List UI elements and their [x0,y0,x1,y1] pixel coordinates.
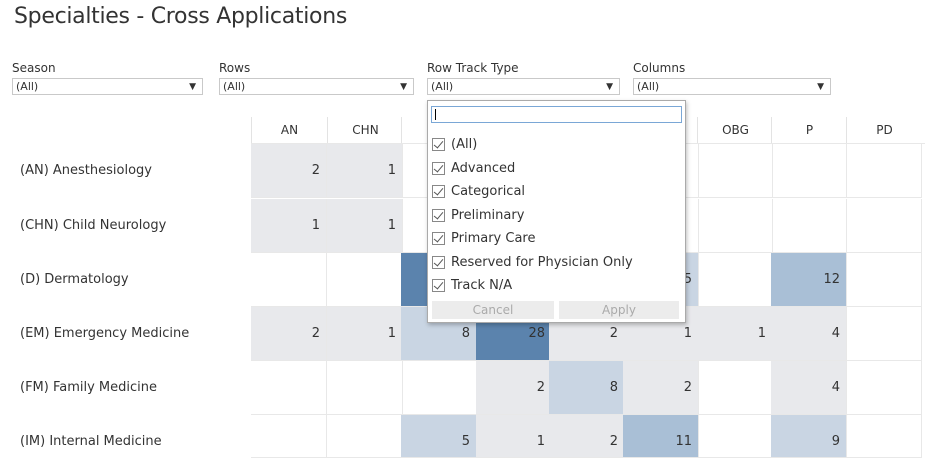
chevron-down-icon: ▼ [817,82,824,92]
text-cursor [435,109,436,120]
columns-select[interactable]: (All) ▼ [633,78,831,95]
grid-cell[interactable]: 2 [251,144,327,198]
chevron-down-icon: ▼ [400,82,407,92]
checkbox-icon[interactable] [432,279,445,292]
row-header: (IM) Internal Medicine [20,434,162,449]
grid-cell[interactable] [401,361,477,415]
grid-cell[interactable]: 2 [251,307,327,361]
grid-cell[interactable]: 1 [327,199,403,253]
grid-cell[interactable]: 1 [327,307,403,361]
rows-filter-label: Rows [219,61,251,75]
grid-cell[interactable] [327,361,403,415]
column-header: OBG [697,117,773,144]
grid-cell[interactable]: 4 [771,307,847,361]
column-header: PD [846,117,922,144]
column-header: AN [251,117,327,144]
column-header: P [771,117,847,144]
column-header: CHN [327,117,403,144]
chevron-down-icon: ▼ [606,82,613,92]
grid-cell[interactable]: 9 [771,415,847,458]
season-select-value: (All) [16,80,39,93]
grid-cell[interactable]: 1 [476,415,552,458]
grid-cell[interactable] [401,253,429,307]
filter-option[interactable]: Preliminary [432,204,524,227]
rows-select[interactable]: (All) ▼ [219,78,414,95]
checkbox-icon[interactable] [432,161,445,175]
filter-option[interactable]: (All) [432,133,477,156]
filter-option[interactable]: Categorical [432,180,525,203]
filter-option-label: Reserved for Physician Only [451,254,633,270]
grid-cell[interactable] [327,253,403,307]
page-title: Specialties - Cross Applications [14,4,348,29]
grid-cell[interactable]: 5 [401,415,477,458]
grid-cell[interactable] [846,199,922,253]
checkbox-icon[interactable] [432,232,445,245]
grid-cell[interactable] [697,361,773,415]
grid-cell[interactable] [251,253,327,307]
grid-cell[interactable] [251,361,327,415]
grid-cell[interactable]: 2 [623,361,699,415]
grid-cell[interactable] [846,307,922,361]
filter-option[interactable]: Advanced [432,157,515,180]
grid-cell[interactable] [697,253,773,307]
grid-cell[interactable]: 4 [771,361,847,415]
grid-cell[interactable] [251,415,327,458]
columns-filter: Columns (All) ▼ [633,61,831,95]
dropdown-search-input[interactable] [431,106,682,123]
season-select[interactable]: (All) ▼ [12,78,203,95]
grid-cell[interactable] [846,144,922,198]
grid-cell[interactable] [846,253,922,307]
filter-option[interactable]: Primary Care [432,227,535,250]
season-filter: Season (All) ▼ [12,61,203,95]
grid-cell[interactable] [846,415,922,458]
grid-cell[interactable]: 11 [623,415,699,458]
grid-cell[interactable] [697,144,773,198]
grid-cell[interactable]: 1 [327,144,403,198]
grid-cell[interactable]: 8 [549,361,625,415]
columns-select-value: (All) [637,80,660,93]
filter-option-label: Advanced [451,160,516,176]
grid-cell[interactable]: 12 [771,253,847,307]
row-header: (D) Dermatology [20,272,129,287]
grid-cell[interactable]: 1 [251,199,327,253]
row-track-type-filter-label: Row Track Type [427,61,519,75]
chevron-down-icon: ▼ [189,82,196,92]
row-header: (CHN) Child Neurology [20,218,167,233]
checkbox-icon[interactable] [432,138,445,151]
filter-option-label: (All) [451,137,478,152]
grid-cell[interactable]: 2 [549,415,625,458]
row-track-type-select-value: (All) [431,80,454,93]
grid-cell[interactable] [846,361,922,415]
filter-option[interactable]: Track N/A [432,274,512,297]
cancel-button[interactable]: Cancel [432,301,554,319]
filter-option-label: Preliminary [451,207,525,223]
grid-cell[interactable] [771,199,847,253]
grid-cell[interactable] [697,415,773,458]
grid-cell[interactable] [771,144,847,198]
columns-filter-label: Columns [633,61,686,75]
checkbox-icon[interactable] [432,185,445,198]
rows-select-value: (All) [223,80,246,93]
filter-option-label: Categorical [451,184,526,199]
row-track-type-filter: Row Track Type (All) ▼ [427,61,620,95]
row-header: (FM) Family Medicine [20,380,158,395]
grid-cell[interactable] [697,199,773,253]
apply-button[interactable]: Apply [559,301,679,319]
filter-option-label: Primary Care [451,231,536,246]
row-header: (AN) Anesthesiology [20,163,152,178]
row-track-type-select[interactable]: (All) ▼ [427,78,620,95]
filter-option[interactable]: Reserved for Physician Only [432,251,633,274]
season-filter-label: Season [12,61,56,75]
row-track-type-dropdown: (All) Advanced Categorical Preliminary Prima… [427,100,686,323]
row-header: (EM) Emergency Medicine [20,326,190,341]
checkbox-icon[interactable] [432,255,445,269]
grid-cell[interactable] [327,415,403,458]
rows-filter: Rows (All) ▼ [219,61,414,95]
checkbox-icon[interactable] [432,208,445,222]
grid-cell[interactable]: 1 [697,307,773,361]
grid-cell[interactable]: 2 [476,361,552,415]
filter-option-label: Track N/A [451,278,513,293]
